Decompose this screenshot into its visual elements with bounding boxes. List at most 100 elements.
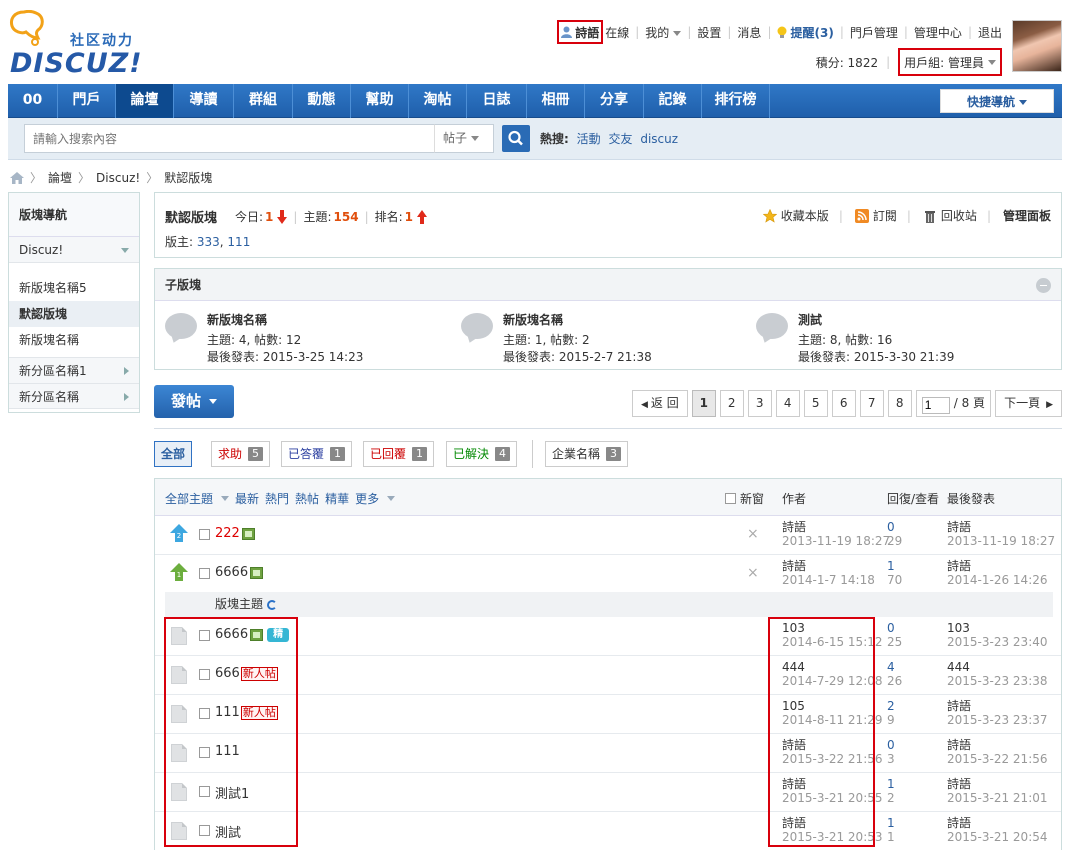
sticky-level1-icon[interactable]: 1	[170, 563, 188, 581]
collapse-icon[interactable]	[1036, 278, 1051, 293]
reply-count[interactable]: 2	[887, 699, 895, 713]
nav-item-share[interactable]: 分享	[585, 84, 644, 118]
reply-count[interactable]: 1	[887, 816, 895, 830]
thread-title[interactable]: 測試	[215, 822, 241, 841]
last-post-date[interactable]: 2013-11-19 18:27	[947, 534, 1055, 548]
admin-panel-button[interactable]: 管理面板	[1003, 207, 1051, 224]
thread-icon[interactable]	[171, 666, 187, 684]
last-post-date[interactable]: 2015-3-21 21:01	[947, 791, 1048, 805]
last-poster[interactable]: 詩語	[947, 816, 1048, 830]
nav-item-doing[interactable]: 記錄	[644, 84, 702, 118]
subforum-name[interactable]: 新版塊名稱	[503, 311, 563, 328]
thread-title-text[interactable]: 111	[215, 744, 240, 759]
row-checkbox[interactable]	[199, 568, 210, 579]
last-poster[interactable]: 103	[947, 621, 1048, 635]
hot-search-link[interactable]: discuz	[640, 132, 678, 146]
thread-title[interactable]: 6666 精	[215, 627, 290, 642]
author-name[interactable]: 詩語	[782, 816, 883, 830]
last-poster[interactable]: 詩語	[947, 777, 1048, 791]
thread-icon[interactable]	[171, 822, 187, 840]
nav-item-portal[interactable]: 門戶	[58, 84, 116, 118]
reply-count[interactable]: 4	[887, 660, 902, 674]
discuz-logo[interactable]: 社区动力 DISCUZ!	[8, 9, 143, 79]
reply-count[interactable]: 0	[887, 738, 895, 752]
sidebar-group[interactable]: Discuz!	[9, 237, 139, 263]
filter-hot[interactable]: 熱門	[265, 490, 289, 507]
thread-title-text[interactable]: 6666	[215, 627, 248, 642]
page-link-current[interactable]: 1	[691, 390, 716, 417]
usergroup-menu[interactable]: 用戶組: 管理員	[898, 48, 1002, 76]
last-post-date[interactable]: 2015-3-23 23:40	[947, 635, 1048, 649]
row-checkbox[interactable]	[199, 708, 210, 719]
moderator-link[interactable]: 333	[197, 235, 220, 249]
last-post-date[interactable]: 2015-3-23 23:38	[947, 674, 1048, 688]
search-button[interactable]	[502, 125, 530, 152]
sidebar-subgroup[interactable]: 新分區名稱1	[9, 357, 139, 383]
thread-icon[interactable]	[171, 627, 187, 645]
author-name[interactable]: 105	[782, 699, 883, 713]
avatar[interactable]	[1012, 20, 1062, 72]
reply-count[interactable]: 1	[887, 777, 895, 791]
quick-nav-button[interactable]: 快捷導航	[940, 89, 1054, 113]
new-post-button[interactable]: 發帖	[154, 385, 234, 418]
author-name[interactable]: 詩語	[782, 520, 890, 534]
nav-item-forum[interactable]: 論壇	[116, 84, 174, 118]
next-page-button[interactable]: 下一頁 ▶	[995, 390, 1062, 417]
nav-item-help[interactable]: 幫助	[351, 84, 409, 118]
sidebar-item[interactable]: 新版塊名稱	[9, 327, 139, 353]
nav-item-ranklist[interactable]: 排行榜	[702, 84, 770, 118]
sidebar-subgroup[interactable]: 新分區名稱	[9, 383, 139, 409]
settings-link[interactable]: 設置	[697, 24, 721, 41]
hot-search-link[interactable]: 交友	[608, 132, 632, 146]
thread-title[interactable]: 222	[215, 526, 255, 541]
row-checkbox[interactable]	[199, 747, 210, 758]
refresh-icon[interactable]	[267, 599, 278, 610]
thread-title-text[interactable]: 222	[215, 526, 240, 541]
last-poster[interactable]: 詩語	[947, 699, 1048, 713]
back-button[interactable]: ◀ 返 回	[632, 390, 688, 417]
hot-search-link[interactable]: 活動	[577, 132, 601, 146]
portal-admin-link[interactable]: 門戶管理	[850, 24, 898, 41]
moderator-link[interactable]: 111	[227, 235, 250, 249]
thread-title[interactable]: 111	[215, 744, 240, 759]
row-checkbox[interactable]	[199, 630, 210, 641]
filter-more[interactable]: 更多	[355, 490, 379, 507]
close-icon[interactable]: ×	[747, 526, 759, 542]
page-link[interactable]: 6	[831, 390, 856, 417]
type-filter-all[interactable]: 全部	[154, 441, 193, 467]
author-name[interactable]: 444	[782, 660, 883, 674]
nav-item-guide[interactable]: 導讀	[174, 84, 234, 118]
author-name[interactable]: 詩語	[782, 777, 883, 791]
thread-title-text[interactable]: 111	[215, 705, 240, 720]
thread-title-text[interactable]: 666	[215, 666, 240, 681]
filter-heat[interactable]: 熱帖	[295, 490, 319, 507]
filter-latest[interactable]: 最新	[235, 490, 259, 507]
author-name[interactable]: 103	[782, 621, 883, 635]
search-input[interactable]	[24, 124, 442, 153]
page-link[interactable]: 2	[719, 390, 744, 417]
sticky-level2-icon[interactable]: 2	[170, 524, 188, 542]
thread-icon[interactable]	[171, 705, 187, 723]
recycle-bin-button[interactable]: 回收站	[923, 207, 977, 224]
home-icon[interactable]	[10, 171, 24, 184]
filter-digest[interactable]: 精華	[325, 490, 349, 507]
last-poster[interactable]: 詩語	[947, 738, 1048, 752]
row-checkbox[interactable]	[199, 529, 210, 540]
page-link[interactable]: 8	[887, 390, 912, 417]
reply-count[interactable]: 1	[887, 559, 902, 573]
page-link[interactable]: 5	[803, 390, 828, 417]
row-checkbox[interactable]	[199, 825, 210, 836]
thread-icon[interactable]	[171, 744, 187, 762]
page-link[interactable]: 3	[747, 390, 772, 417]
row-checkbox[interactable]	[199, 786, 210, 797]
page-link[interactable]: 7	[859, 390, 884, 417]
remind-link[interactable]: 提醒(3)	[777, 24, 834, 41]
subforum-name[interactable]: 測試	[798, 311, 822, 328]
new-window-toggle[interactable]: 新窗	[725, 490, 764, 507]
thread-title[interactable]: 測試1	[215, 783, 249, 802]
last-post-date[interactable]: 2015-3-23 23:37	[947, 713, 1048, 727]
type-filter[interactable]: 已答覆 1	[281, 441, 353, 467]
admin-center-link[interactable]: 管理中心	[914, 24, 962, 41]
sidebar-item-current[interactable]: 默認版塊	[9, 301, 139, 327]
breadcrumb-item[interactable]: 論壇	[48, 169, 72, 186]
